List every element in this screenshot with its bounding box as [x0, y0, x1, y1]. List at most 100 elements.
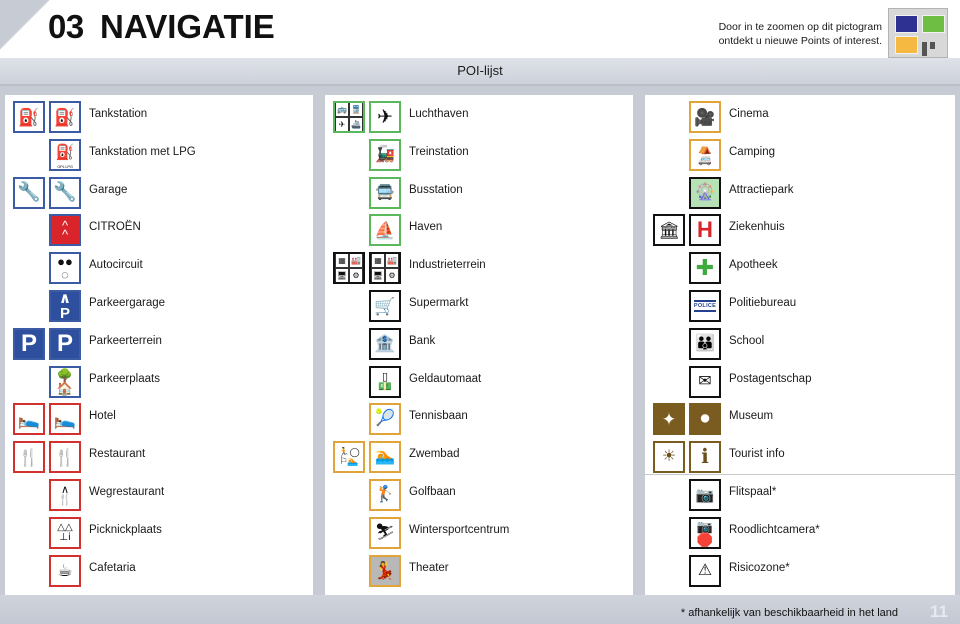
- poi-row[interactable]: ⛵ Haven: [325, 213, 633, 251]
- poi-label: Parkeerplaats: [89, 372, 160, 385]
- poi-row[interactable]: 🏛 H Ziekenhuis: [645, 213, 955, 251]
- poi-label: Hotel: [89, 410, 116, 423]
- poi-row[interactable]: ✚ Apotheek: [645, 251, 955, 289]
- transport-hub-icon: 🚌 🚆 ✈ 🚢: [333, 101, 365, 133]
- airplane-icon: ✈: [369, 101, 401, 133]
- poi-label: Postagentschap: [729, 372, 812, 385]
- bed-icon: 🛌: [49, 403, 81, 436]
- page-footer: * afhankelijk van beschikbaarheid in het…: [0, 595, 960, 624]
- poi-row[interactable]: ∧ 🍴 Wegrestaurant: [5, 478, 313, 516]
- poi-row[interactable]: ✦ ⚫ Museum: [645, 402, 955, 440]
- poi-row[interactable]: 🔧 🔧 Garage: [5, 176, 313, 214]
- poi-label: Geldautomaat: [409, 372, 482, 385]
- poi-label: Flitspaal*: [729, 486, 777, 498]
- poi-row[interactable]: ⛽ GPL LPG Tankstation met LPG: [5, 138, 313, 176]
- poi-row[interactable]: 🏦 Bank: [325, 327, 633, 365]
- hospital-h-icon: H: [689, 214, 721, 247]
- poi-label: Wegrestaurant: [89, 486, 165, 498]
- industry-grid-icon: ▦ 🏭 🖥 ⚙: [333, 252, 365, 285]
- poi-row[interactable]: ●● ◌ Autocircuit: [5, 251, 313, 289]
- poi-row[interactable]: 👪 School: [645, 327, 955, 365]
- poi-row[interactable]: △△ ⊥ⅰ Picknickplaats: [5, 516, 313, 554]
- chapter-number: 03: [48, 8, 84, 45]
- poi-row[interactable]: 🎡 Attractiepark: [645, 176, 955, 214]
- poi-row[interactable]: 🍴 🍴 Restaurant: [5, 440, 313, 478]
- poi-row[interactable]: 🎾 Tennisbaan: [325, 402, 633, 440]
- poi-row[interactable]: ☕ Cafetaria: [5, 554, 313, 592]
- poi-row[interactable]: ⛷ Wintersportcentrum: [325, 516, 633, 554]
- poi-row[interactable]: ⛽ ⛽ Tankstation: [5, 100, 313, 138]
- poi-row[interactable]: POLICE Politiebureau: [645, 289, 955, 327]
- poi-row[interactable]: ^ ^ CITROËN: [5, 213, 313, 251]
- logo-orange-square: [895, 36, 918, 54]
- info-i-icon: ℹ: [689, 441, 721, 474]
- header-hint-text: Door in te zoomen op dit pictogram ontde…: [719, 20, 882, 48]
- poi-column-1: ⛽ ⛽ Tankstation ⛽ GPL LPG Tankstation met LPG…: [5, 95, 313, 595]
- poi-label: Picknickplaats: [89, 523, 162, 536]
- poi-label: Bank: [409, 334, 436, 347]
- poi-row[interactable]: 💃 Theater: [325, 554, 633, 592]
- poi-label: Garage: [89, 183, 128, 196]
- poi-row[interactable]: 🚌 🚆 ✈ 🚢 ✈ Luchthaven: [325, 100, 633, 138]
- poi-label: Roodlichtcamera*: [729, 523, 820, 536]
- poi-label: Attractiepark: [729, 183, 794, 196]
- tent-caravan-icon: ⛺ 🚐: [689, 138, 721, 171]
- lighthouse-beam-icon: ☀: [653, 441, 685, 474]
- poi-label: School: [729, 334, 765, 347]
- citroen-chevrons-icon: ^ ^: [49, 214, 81, 247]
- parking-p-icon: P: [49, 327, 81, 360]
- subtitle-bar-divider: [0, 84, 960, 86]
- poi-label: Wintersportcentrum: [409, 523, 510, 536]
- poi-column-3: 🎥 Cinema ⛺ 🚐 Camping 🎡 Attractiepark 🏛 H Ziekenhu…: [645, 95, 955, 595]
- poi-row[interactable]: P P Parkeerterrein: [5, 327, 313, 365]
- poi-label: Autocircuit: [89, 259, 143, 272]
- poi-row[interactable]: 🎥 Cinema: [645, 100, 955, 138]
- picnic-table-icon: △△ ⊥ⅰ: [49, 516, 81, 549]
- poi-row[interactable]: 🛌 🛌 Hotel: [5, 402, 313, 440]
- poi-label: Theater: [409, 561, 449, 574]
- poi-label: CITROËN: [89, 221, 141, 234]
- poi-row[interactable]: 🛒 Supermarkt: [325, 289, 633, 327]
- page-header: 03 NAVIGATIE Door in te zoomen op dit pi…: [0, 0, 960, 58]
- logo-dots: [922, 42, 944, 56]
- sports-collage-icon: 🏃◯ ⚐🏊: [333, 441, 365, 474]
- poi-label: Cinema: [729, 108, 769, 120]
- poi-row[interactable]: ∧ P Parkeergarage: [5, 289, 313, 327]
- poi-row[interactable]: 🚂 Treinstation: [325, 138, 633, 176]
- header-hint-line-2: ontdekt u nieuwe Points of interest.: [718, 35, 882, 47]
- poi-row[interactable]: ⚠ Risicozone*: [645, 554, 955, 592]
- poi-row[interactable]: 🏌 Golfbaan: [325, 478, 633, 516]
- poi-label: Ziekenhuis: [729, 221, 785, 234]
- skier-icon: ⛷: [369, 516, 401, 549]
- museum-m-icon: ⚫: [689, 403, 721, 436]
- fuel-pump-icon: ⛽: [49, 101, 81, 133]
- cutlery-icon: 🍴: [49, 441, 81, 474]
- locomotive-icon: 🚂: [369, 138, 401, 171]
- poi-row[interactable]: ⛺ 🚐 Camping: [645, 138, 955, 176]
- amusement-park-icon: 🎡: [689, 176, 721, 209]
- industry-grid-icon: ▦ 🏭 🖥 ⚙: [369, 252, 401, 285]
- poi-label: Tennisbaan: [409, 410, 468, 423]
- speed-camera-icon: 📷: [689, 479, 721, 511]
- poi-list: ⛽ ⛽ Tankstation ⛽ GPL LPG Tankstation met LPG…: [0, 95, 960, 595]
- museum-ornament-icon: ✦: [653, 403, 685, 436]
- poi-row[interactable]: 🚍 Busstation: [325, 176, 633, 214]
- poi-label: Museum: [729, 410, 774, 423]
- poi-label: Industrieterrein: [409, 259, 486, 272]
- poi-label: Treinstation: [409, 145, 469, 158]
- poi-row[interactable]: 📷 Flitspaal*: [645, 478, 955, 516]
- poi-label: Cafetaria: [89, 561, 136, 574]
- bed-icon: 🛌: [13, 403, 45, 436]
- poi-row[interactable]: 📷🛑 Roodlichtcamera*: [645, 516, 955, 554]
- parking-p-icon: P: [13, 327, 45, 360]
- poi-row[interactable]: 🏃◯ ⚐🏊 🏊 Zwembad: [325, 440, 633, 478]
- police-sign-icon: POLICE: [689, 290, 721, 322]
- poi-row[interactable]: ▦ 🏭 🖥 ⚙ ▦ 🏭 🖥 ⚙ Industrieterrein: [325, 251, 633, 289]
- poi-row[interactable]: ☀ ℹ Tourist info: [645, 440, 955, 478]
- poi-row[interactable]: 🌳🏠 Parkeerplaats: [5, 365, 313, 403]
- hazard-zone-icon: ⚠: [689, 554, 721, 587]
- poi-row[interactable]: ✉ Postagentschap: [645, 365, 955, 403]
- classical-building-icon: 🏛: [653, 214, 685, 247]
- parking-garage-icon: ∧ P: [49, 290, 81, 322]
- poi-row[interactable]: ▯ 💵 Geldautomaat: [325, 365, 633, 403]
